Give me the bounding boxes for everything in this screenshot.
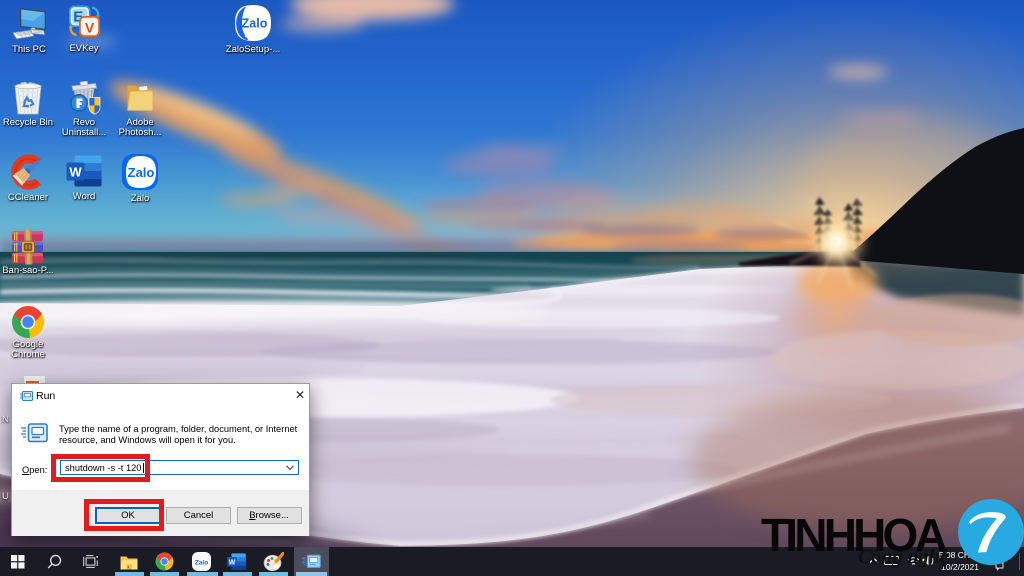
svg-text:W: W [229,559,236,566]
svg-text:V: V [85,20,95,36]
svg-text:Zalo: Zalo [195,559,208,566]
svg-text:W: W [69,164,82,179]
svg-text:Zalo: Zalo [128,165,155,180]
svg-text:Zalo: Zalo [242,17,268,31]
